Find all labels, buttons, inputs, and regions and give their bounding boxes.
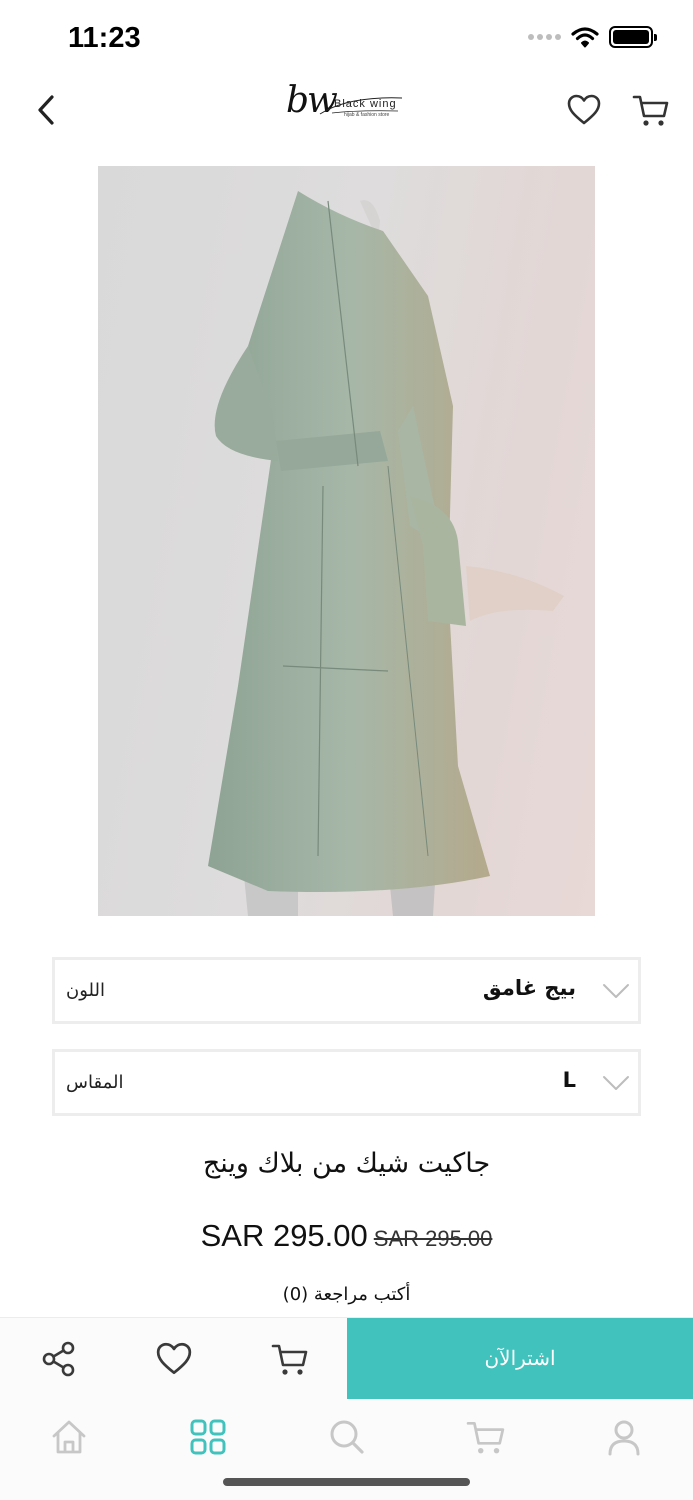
product-title: جاكيت شيك من بلاك وينج [202, 1148, 491, 1179]
price-row: SAR 295.00 SAR 295.00 [0, 1218, 693, 1254]
cart-icon [632, 95, 669, 126]
share-icon [42, 1341, 75, 1377]
categories-icon [190, 1419, 226, 1455]
write-review-link[interactable]: أكتب مراجعة (0) [0, 1284, 693, 1305]
chevron-down-icon [603, 1076, 629, 1090]
wishlist-button[interactable] [566, 92, 602, 128]
original-price: SAR 295.00 [373, 1226, 493, 1251]
tab-cart[interactable] [466, 1417, 506, 1457]
size-value: L [562, 1068, 576, 1092]
status-indicators [528, 26, 657, 48]
add-to-wishlist-button[interactable] [155, 1340, 193, 1378]
buy-now-button[interactable]: اشترالآن [347, 1318, 693, 1400]
chevron-left-icon [38, 95, 54, 125]
cart-icon [271, 1344, 308, 1375]
cart-button[interactable] [632, 92, 670, 128]
heart-icon [156, 1342, 192, 1375]
chevron-down-icon [603, 984, 629, 998]
brand-logo: bw Black wing hijab & fashion store [280, 78, 420, 134]
home-icon [52, 1420, 86, 1454]
logo-brand-name: Black wing [334, 98, 397, 110]
heart-icon [567, 94, 601, 125]
color-label: اللون [66, 980, 105, 1001]
current-price: SAR 295.00 [200, 1218, 368, 1253]
tab-categories[interactable] [188, 1417, 228, 1457]
back-button[interactable] [28, 92, 64, 128]
color-value: بيج غامق [482, 976, 576, 1000]
tab-home[interactable] [49, 1417, 89, 1457]
product-photo [208, 191, 564, 916]
color-select[interactable]: بيج غامق اللون [52, 957, 641, 1024]
product-action-bar: اشترالآن [0, 1317, 693, 1400]
logo-tagline: hijab & fashion store [344, 112, 390, 118]
status-time: 11:23 [68, 22, 141, 54]
size-label: المقاس [66, 1072, 124, 1093]
home-indicator [223, 1478, 470, 1486]
wifi-icon [571, 27, 599, 48]
search-icon [330, 1420, 364, 1454]
share-button[interactable] [40, 1340, 78, 1378]
size-select[interactable]: L المقاس [52, 1049, 641, 1116]
battery-icon [609, 26, 657, 48]
tab-search[interactable] [327, 1417, 367, 1457]
product-image[interactable] [98, 166, 595, 916]
cart-icon [466, 1421, 505, 1454]
tab-account[interactable] [604, 1417, 644, 1457]
cellular-signal-icon [528, 34, 561, 40]
status-bar: 11:23 [0, 0, 693, 80]
add-to-cart-button[interactable] [271, 1340, 309, 1378]
navigation-bar: bw Black wing hijab & fashion store [0, 78, 693, 144]
account-icon [608, 1420, 640, 1456]
